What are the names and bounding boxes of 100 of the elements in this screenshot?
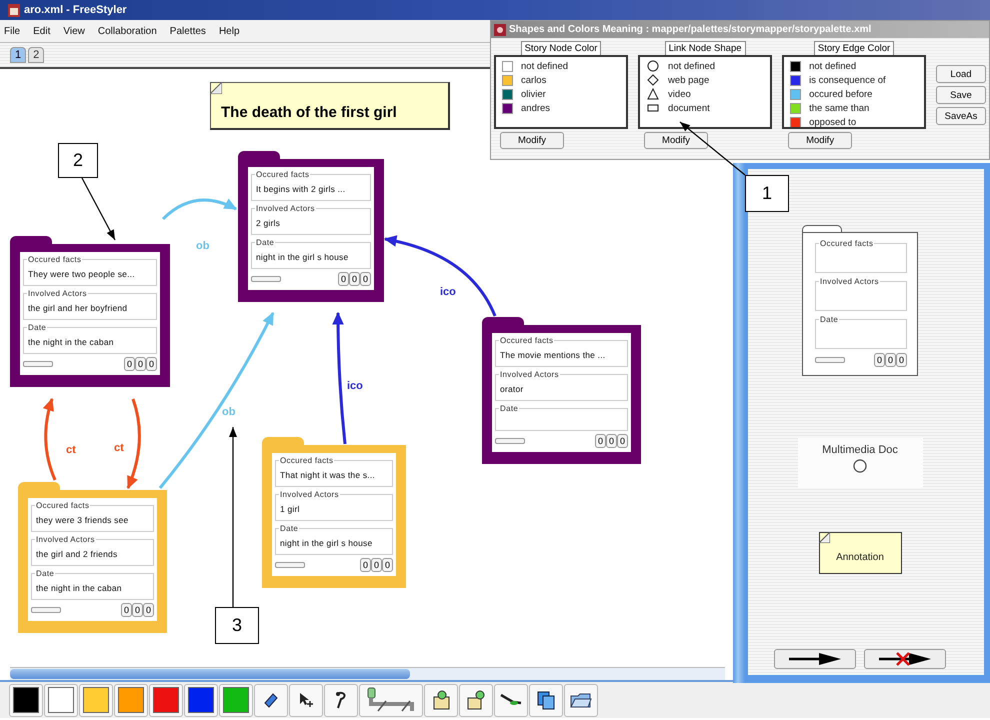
node-handle[interactable] xyxy=(495,438,525,444)
node-handle[interactable] xyxy=(251,276,281,282)
node-field[interactable]: Occured facts they were 3 friends see xyxy=(31,501,154,532)
counter-button[interactable]: 0 xyxy=(360,558,371,572)
counter-button[interactable]: 0 xyxy=(370,558,382,572)
story-node[interactable]: Occured facts They were two people se... Involved Actors the girl and her boyfriend Date the night in the caban 0 0 0 xyxy=(10,244,170,387)
color-swatch[interactable] xyxy=(149,684,183,716)
counter-button: 0 xyxy=(896,353,907,367)
dialog-title: Shapes and Colors Meaning : mapper/palettes/storymapper/storypalette.xml xyxy=(509,24,872,35)
app-icon xyxy=(494,24,506,36)
menu-item[interactable]: View xyxy=(63,26,85,36)
modify-button[interactable]: Modify xyxy=(644,132,708,149)
modify-button[interactable]: Modify xyxy=(788,132,852,149)
legend-label: the same than xyxy=(809,102,870,114)
counter-button[interactable]: 0 xyxy=(348,272,360,286)
color-swatch[interactable] xyxy=(184,684,218,716)
counter-button[interactable]: 0 xyxy=(124,357,135,371)
node-field[interactable]: Involved Actors orator xyxy=(495,370,628,401)
story-node[interactable]: Occured facts That night it was the s... Involved Actors 1 girl Date night in the girl s house 0 0 0 xyxy=(262,445,406,588)
multimedia-label: Multimedia Doc xyxy=(822,444,898,456)
color-swatch[interactable] xyxy=(114,684,148,716)
file-button[interactable]: SaveAs xyxy=(936,107,986,125)
field-label: Occured facts xyxy=(35,501,90,510)
menu-item[interactable]: File xyxy=(4,26,20,36)
eraser-tool[interactable] xyxy=(254,684,288,716)
menu-item[interactable]: Edit xyxy=(33,26,50,36)
node-field[interactable]: Involved Actors 2 girls xyxy=(251,204,371,235)
node-field[interactable]: Date night in the girl s house xyxy=(275,524,393,555)
counter-button[interactable]: 0 xyxy=(594,434,606,448)
field-label: Date xyxy=(279,524,300,533)
node-field[interactable]: Date the night in the caban xyxy=(31,569,154,600)
counter-button[interactable]: 0 xyxy=(120,603,132,617)
file-button[interactable]: Load xyxy=(936,65,986,83)
lasso-tool[interactable] xyxy=(324,684,358,716)
color-swatch[interactable] xyxy=(219,684,253,716)
color-swatch[interactable] xyxy=(44,684,78,716)
add-node-tool[interactable] xyxy=(459,684,493,716)
node-field[interactable]: Involved Actors 1 girl xyxy=(275,490,393,521)
page-tab[interactable]: 2 xyxy=(28,47,44,63)
node-handle[interactable] xyxy=(31,607,61,613)
field-label: Involved Actors xyxy=(279,490,340,499)
counter-button[interactable]: 0 xyxy=(606,434,617,448)
legend-label: is consequence of xyxy=(809,74,886,86)
node-field[interactable]: Occured facts They were two people se... xyxy=(23,255,157,286)
folded-corner-icon xyxy=(210,82,222,94)
field-label: Involved Actors xyxy=(499,370,560,379)
link-button[interactable] xyxy=(774,649,856,669)
scroll-thumb[interactable] xyxy=(10,669,410,679)
pointer-tool[interactable] xyxy=(289,684,323,716)
counter-button[interactable]: 0 xyxy=(146,357,157,371)
group-title: Story Node Color xyxy=(520,41,602,56)
story-node[interactable]: Occured facts It begins with 2 girls ... Involved Actors 2 girls Date night in the girl s house 0 0 0 xyxy=(238,159,384,302)
unlink-button[interactable] xyxy=(864,649,946,669)
page-tab[interactable]: 1 xyxy=(10,47,26,63)
menu-item[interactable]: Help xyxy=(218,26,240,36)
node-field[interactable]: Date the night in the caban xyxy=(23,323,157,354)
node-handle[interactable] xyxy=(23,361,53,367)
connector-tool[interactable] xyxy=(359,684,423,716)
annotation-template[interactable]: Annotation xyxy=(818,532,902,574)
counter-button[interactable]: 0 xyxy=(142,603,154,617)
menu-item[interactable]: Collaboration xyxy=(98,26,157,36)
counter-button[interactable]: 0 xyxy=(360,272,371,286)
counter-button[interactable]: 0 xyxy=(338,272,349,286)
field-value: 2 girls xyxy=(256,218,280,228)
legend-label: video xyxy=(668,88,691,100)
story-node[interactable]: Occured facts they were 3 friends see Involved Actors the girl and 2 friends Date the night in the caban 0 0 0 xyxy=(18,490,167,633)
counter-button[interactable]: 0 xyxy=(132,603,143,617)
node-handle[interactable] xyxy=(275,562,305,568)
callout-number: 2 xyxy=(58,143,98,178)
modify-button[interactable]: Modify xyxy=(500,132,564,149)
scroll-bar[interactable] xyxy=(10,667,725,680)
copy-tool[interactable] xyxy=(529,684,563,716)
counter-button[interactable]: 0 xyxy=(134,357,146,371)
counter-button[interactable]: 0 xyxy=(382,558,393,572)
node-field[interactable]: Involved Actors the girl and her boyfriend xyxy=(23,289,157,320)
color-swatch[interactable] xyxy=(79,684,113,716)
multimedia-template[interactable]: Multimedia Doc xyxy=(798,438,922,488)
menu-item[interactable]: Palettes xyxy=(170,26,206,36)
counter-button: 0 xyxy=(884,353,896,367)
field-label: Date xyxy=(27,323,48,332)
file-button[interactable]: Save xyxy=(936,86,986,104)
story-node[interactable]: Occured facts The movie mentions the ... Involved Actors orator Date 0 0 0 xyxy=(482,325,641,464)
node-field[interactable]: Occured facts The movie mentions the ... xyxy=(495,336,628,367)
node-template[interactable]: Occured facts Involved Actors Date 0 0 0 xyxy=(802,232,918,376)
open-tool[interactable] xyxy=(564,684,598,716)
link-tool[interactable] xyxy=(494,684,528,716)
node-field[interactable]: Involved Actors the girl and 2 friends xyxy=(31,535,154,566)
node-field[interactable]: Occured facts It begins with 2 girls ... xyxy=(251,170,371,201)
field-label: Date xyxy=(255,238,276,247)
node-field[interactable]: Date xyxy=(495,404,628,431)
node-field[interactable]: Date night in the girl s house xyxy=(251,238,371,269)
counter-button[interactable]: 0 xyxy=(616,434,628,448)
add-node-tool[interactable] xyxy=(424,684,458,716)
color-swatch[interactable] xyxy=(9,684,43,716)
edge-label: ct xyxy=(66,444,76,456)
field-label: Date xyxy=(819,315,840,324)
node-field[interactable]: Occured facts That night it was the s... xyxy=(275,456,393,487)
node-handle xyxy=(815,357,845,363)
field-value: It begins with 2 girls ... xyxy=(256,184,346,194)
legend-label: carlos xyxy=(521,74,546,86)
